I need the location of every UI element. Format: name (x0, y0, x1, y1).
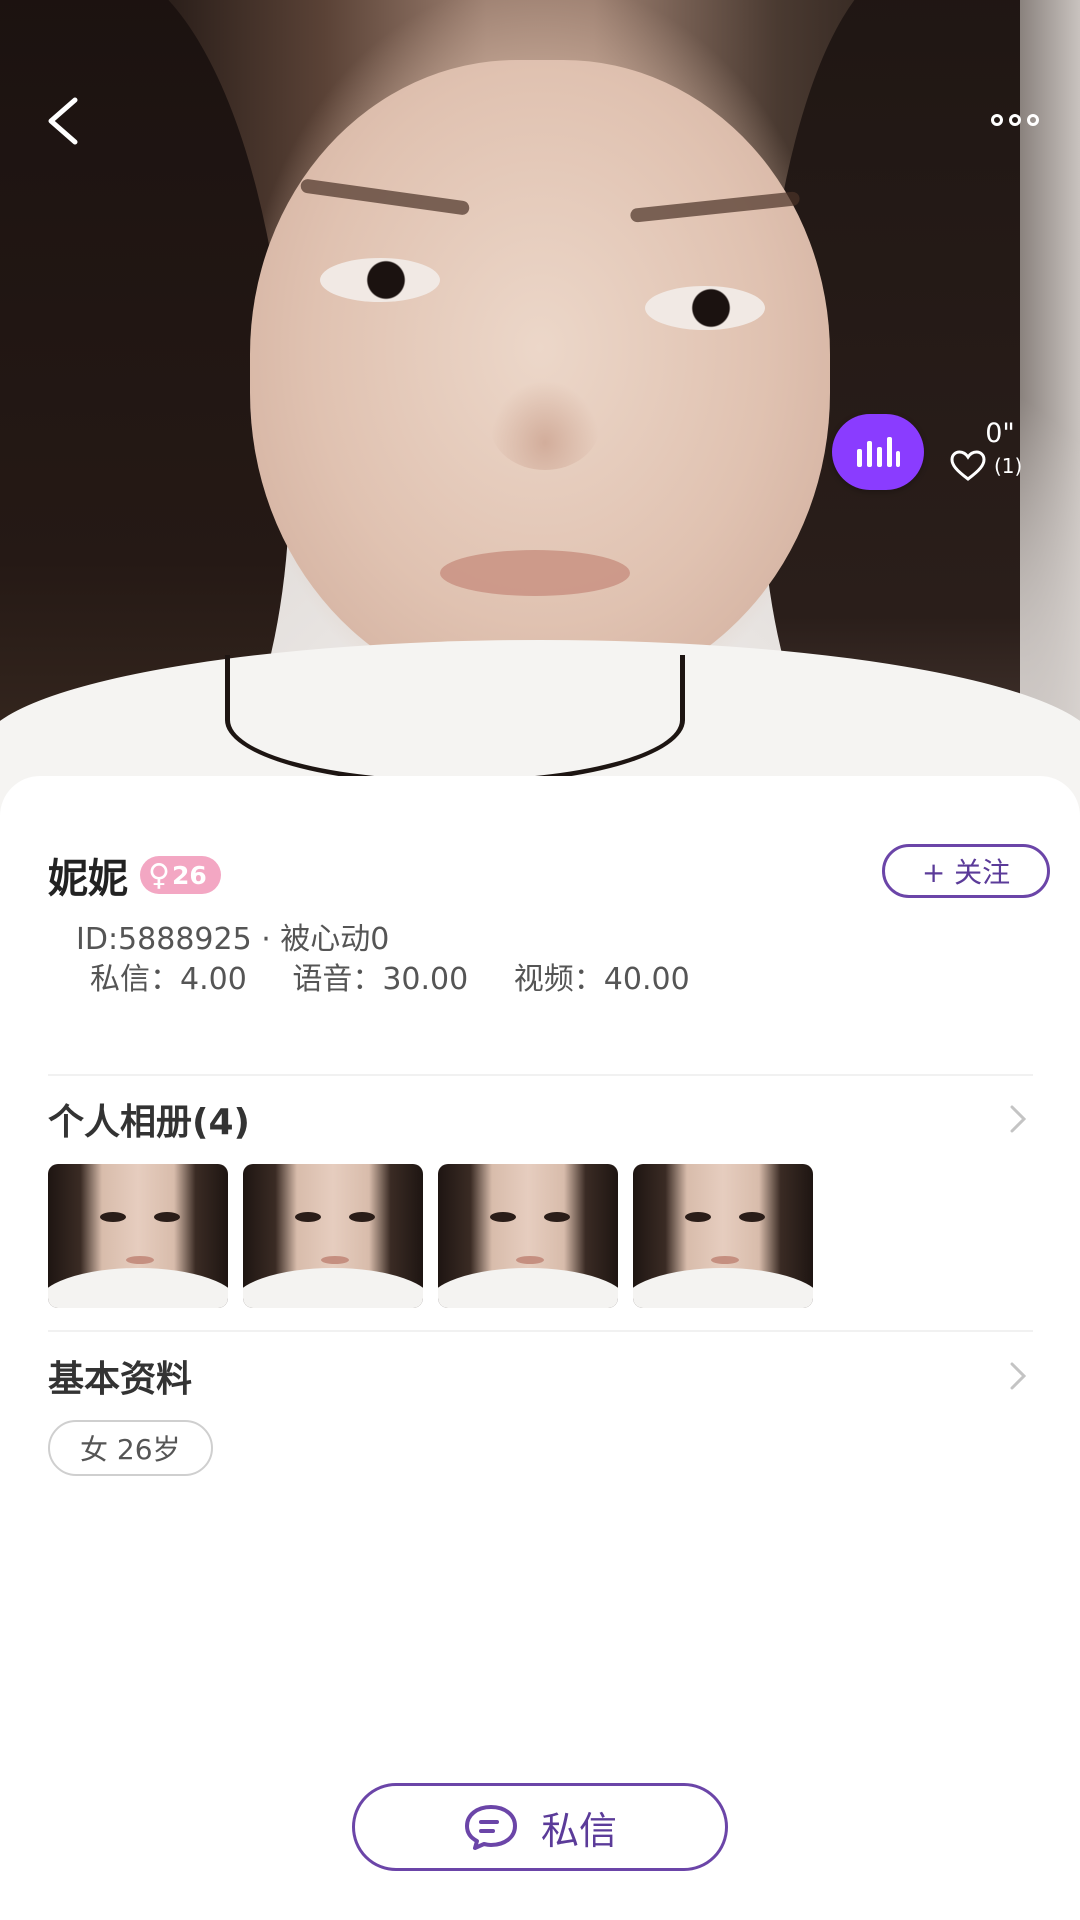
profile-card: 妮妮 ♀ 26 + 关注 ID:5888925 · 被心动0 私信：4.00 语… (0, 776, 1080, 1920)
album-grid (48, 1164, 813, 1308)
private-message-button[interactable]: 私信 (352, 1783, 728, 1871)
album-title: 个人相册(4) (48, 1102, 250, 1143)
more-dots-icon (991, 114, 1003, 126)
chat-bubble-icon (464, 1805, 517, 1850)
voice-bars-icon (857, 437, 900, 467)
voice-intro-button[interactable] (832, 414, 924, 490)
album-photo[interactable] (48, 1164, 228, 1308)
voice-duration: 0" (985, 418, 1015, 449)
thumb-mouth (711, 1256, 739, 1264)
basic-info-header[interactable]: 基本资料 (48, 1351, 1033, 1401)
thumb-eye (490, 1212, 516, 1222)
album-photo[interactable] (243, 1164, 423, 1308)
private-message-label: 私信 (540, 1808, 617, 1853)
like-count: (1) (994, 454, 1023, 478)
follow-button[interactable]: + 关注 (882, 844, 1050, 898)
basic-info-title: 基本资料 (48, 1359, 193, 1400)
voice-price: 语音：30.00 (292, 962, 469, 997)
heart-icon (950, 450, 986, 481)
more-dot (1009, 114, 1021, 126)
album-photo[interactable] (633, 1164, 813, 1308)
chevron-right-icon (1003, 1361, 1033, 1391)
video-price: 视频：40.00 (513, 962, 690, 997)
age-value: 26 (171, 860, 207, 890)
thumb-mouth (126, 1256, 154, 1264)
thumb-eye (295, 1212, 321, 1222)
more-options-button[interactable] (970, 90, 1060, 150)
user-id-line: ID:5888925 · 被心动0 (76, 922, 390, 957)
divider (48, 1074, 1033, 1076)
thumb-eye (100, 1212, 126, 1222)
user-name: 妮妮 (48, 856, 128, 902)
photo-nose (490, 380, 600, 470)
profile-screen: 0" (1) 妮妮 ♀ 26 + 关注 ID:5888925 · 被心动0 私信… (0, 0, 1080, 1920)
price-line: 私信：4.00 语音：30.00 视频：40.00 (90, 954, 720, 998)
profile-photo[interactable]: 0" (1) (0, 0, 1080, 860)
like-button[interactable]: (1) (950, 450, 1022, 482)
album-photo[interactable] (438, 1164, 618, 1308)
thumb-mouth (321, 1256, 349, 1264)
thumb-eye (154, 1212, 180, 1222)
thumb-eye (349, 1212, 375, 1222)
photo-mouth (440, 550, 630, 596)
chevron-right-icon (1003, 1104, 1033, 1134)
name-row: 妮妮 ♀ 26 (48, 846, 221, 904)
back-arrow-icon (48, 97, 78, 145)
thumb-eye (685, 1212, 711, 1222)
thumb-mouth (516, 1256, 544, 1264)
photo-eye-left (320, 258, 440, 302)
back-button[interactable] (28, 86, 98, 156)
thumb-eye (739, 1212, 765, 1222)
album-header[interactable]: 个人相册(4) (48, 1094, 1033, 1144)
more-dot (1027, 114, 1039, 126)
female-icon: ♀ (148, 857, 170, 893)
message-price: 私信：4.00 (90, 962, 247, 997)
photo-necklace (225, 655, 685, 785)
thumb-eye (544, 1212, 570, 1222)
photo-eye-right (645, 286, 765, 330)
gender-age-badge: ♀ 26 (140, 856, 221, 894)
divider (48, 1330, 1033, 1332)
gender-age-tag: 女 26岁 (48, 1420, 213, 1476)
